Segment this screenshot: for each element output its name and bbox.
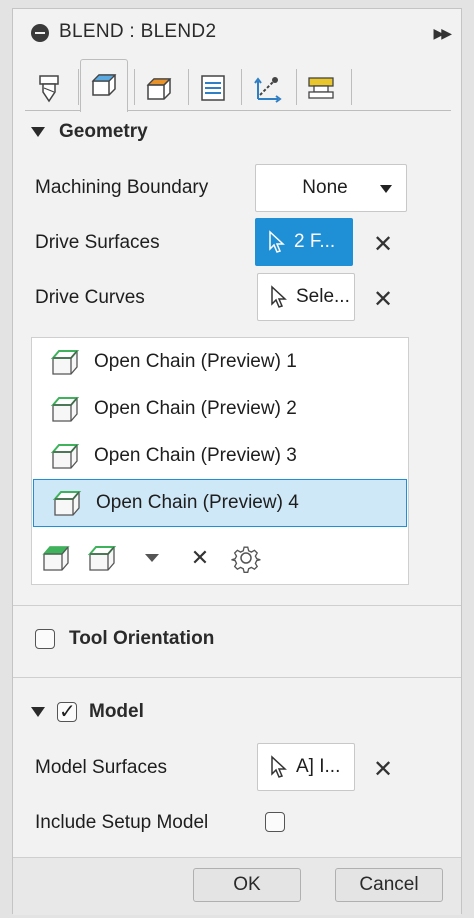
cursor-arrow-icon bbox=[269, 230, 285, 253]
cursor-arrow-icon bbox=[271, 755, 287, 778]
drive-surfaces-clear-icon[interactable]: ✕ bbox=[371, 230, 395, 259]
machining-boundary-dropdown[interactable]: None bbox=[255, 164, 407, 212]
list-item[interactable]: Open Chain (Preview) 4 bbox=[33, 479, 407, 527]
list-item[interactable]: Open Chain (Preview) 1 bbox=[32, 338, 408, 386]
drive-curves-select-button[interactable]: Sele... bbox=[257, 273, 355, 321]
tab-tool[interactable] bbox=[25, 65, 73, 111]
expand-triangle-icon[interactable] bbox=[31, 127, 45, 137]
chain-options-dropdown[interactable] bbox=[136, 542, 168, 574]
fast-forward-icon[interactable]: ▶▶ bbox=[433, 25, 451, 42]
model-surfaces-select-button[interactable]: A] I... bbox=[257, 743, 355, 791]
open-chain-icon bbox=[50, 397, 80, 422]
section-divider bbox=[13, 605, 461, 606]
post-process-icon bbox=[308, 77, 334, 99]
drive-surfaces-value: 2 F... bbox=[294, 231, 336, 252]
tab-heights[interactable] bbox=[135, 65, 183, 111]
chain-list: Open Chain (Preview) 1 Open Chain (Previ… bbox=[31, 337, 409, 585]
tab-post-process[interactable] bbox=[297, 65, 345, 111]
drive-curves-value: Sele... bbox=[296, 286, 350, 307]
chain-settings-button[interactable] bbox=[230, 542, 262, 574]
chevron-down-icon bbox=[380, 185, 392, 193]
model-header-label: Model bbox=[89, 701, 144, 722]
model-surfaces-label: Model Surfaces bbox=[35, 757, 168, 778]
expand-triangle-icon[interactable] bbox=[31, 707, 45, 717]
remove-chain-icon[interactable]: ✕ bbox=[184, 542, 216, 574]
add-closed-chain-button[interactable] bbox=[40, 542, 72, 574]
include-setup-model-checkbox[interactable] bbox=[265, 812, 285, 832]
blend-dialog: BLEND : BLEND2 ▶▶ Geometry Machining Bou… bbox=[12, 8, 462, 915]
chain-label: Open Chain (Preview) 2 bbox=[94, 398, 297, 419]
linking-icon bbox=[254, 77, 282, 103]
open-chain-icon bbox=[52, 491, 82, 516]
drive-curves-label: Drive Curves bbox=[35, 287, 145, 308]
chain-label: Open Chain (Preview) 3 bbox=[94, 445, 297, 466]
geometry-icon bbox=[91, 74, 117, 96]
model-checkbox[interactable] bbox=[57, 699, 77, 724]
geometry-section-header[interactable]: Geometry bbox=[31, 121, 148, 143]
heights-icon bbox=[146, 78, 172, 100]
cursor-arrow-icon bbox=[271, 285, 287, 308]
dialog-footer: OK Cancel bbox=[13, 857, 461, 915]
section-divider bbox=[13, 677, 461, 678]
passes-icon bbox=[201, 75, 225, 101]
tool-orientation-label: Tool Orientation bbox=[69, 628, 215, 649]
tool-orientation-checkbox[interactable] bbox=[35, 629, 55, 649]
list-item[interactable]: Open Chain (Preview) 2 bbox=[32, 385, 408, 433]
open-chain-icon bbox=[87, 546, 117, 571]
tab-geometry[interactable] bbox=[80, 59, 128, 112]
tab-bar bbox=[25, 59, 451, 112]
geometry-header-label: Geometry bbox=[59, 121, 148, 142]
tool-orientation-section-header[interactable]: Tool Orientation bbox=[35, 628, 214, 650]
add-open-chain-button[interactable] bbox=[86, 542, 118, 574]
cancel-button[interactable]: Cancel bbox=[335, 868, 443, 902]
chain-list-toolbar: ✕ bbox=[32, 534, 408, 582]
list-item[interactable]: Open Chain (Preview) 3 bbox=[32, 432, 408, 480]
closed-chain-icon bbox=[42, 546, 70, 571]
machining-boundary-value: None bbox=[302, 177, 348, 198]
collapse-icon[interactable] bbox=[31, 24, 49, 42]
model-section-header[interactable]: Model bbox=[31, 699, 144, 724]
chevron-down-icon bbox=[145, 554, 159, 562]
chain-label: Open Chain (Preview) 1 bbox=[94, 351, 297, 372]
include-setup-model-label: Include Setup Model bbox=[35, 812, 209, 833]
model-surfaces-value: A] I... bbox=[296, 756, 341, 777]
drive-surfaces-label: Drive Surfaces bbox=[35, 232, 160, 253]
open-chain-icon bbox=[50, 444, 80, 469]
drive-curves-clear-icon[interactable]: ✕ bbox=[371, 285, 395, 314]
model-surfaces-clear-icon[interactable]: ✕ bbox=[371, 755, 395, 784]
tool-icon bbox=[39, 75, 59, 103]
tab-passes[interactable] bbox=[189, 65, 237, 111]
open-chain-icon bbox=[50, 350, 80, 375]
title-bar[interactable]: BLEND : BLEND2 ▶▶ bbox=[13, 9, 461, 57]
machining-boundary-label: Machining Boundary bbox=[35, 177, 209, 198]
gear-icon bbox=[231, 546, 261, 573]
ok-button[interactable]: OK bbox=[193, 868, 301, 902]
chain-label: Open Chain (Preview) 4 bbox=[96, 492, 299, 513]
dialog-title: BLEND : BLEND2 bbox=[59, 21, 217, 42]
tab-linking[interactable] bbox=[243, 65, 291, 111]
drive-surfaces-select-button[interactable]: 2 F... bbox=[255, 218, 353, 266]
